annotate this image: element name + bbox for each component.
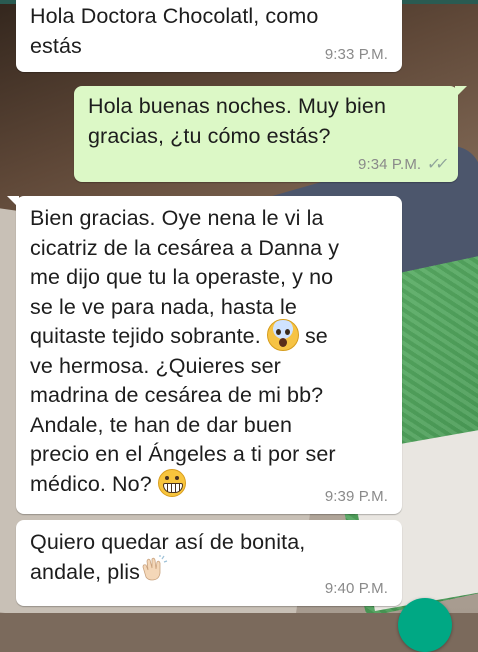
message-line: cicatriz de la cesárea a Danna y	[30, 235, 340, 260]
clapping-hands-emoji	[142, 554, 168, 581]
message-line: madrina de cesárea de mi bb?	[30, 383, 324, 407]
message-text: Bien gracias. Oye nena le vi la cicatriz…	[30, 204, 388, 499]
scroll-down-button[interactable]	[398, 598, 452, 652]
message-text: Quiero quedar así de bonita, andale, pli…	[30, 528, 388, 587]
message-line: quitaste tejido sobrante.	[30, 324, 261, 348]
message-line: médico. No?	[30, 471, 152, 496]
message-line: andale, plis	[30, 559, 140, 584]
grimacing-face-emoji	[157, 468, 186, 497]
message-incoming[interactable]: Quiero quedar así de bonita, andale, pli…	[16, 520, 402, 606]
double-check-icon: ✓✓	[426, 156, 446, 173]
message-outgoing[interactable]: Hola buenas noches. Muy bien gracias, ¿t…	[74, 86, 467, 182]
message-time: 9:34 P.M.	[358, 156, 422, 173]
bubble-tail	[7, 196, 19, 208]
message-line: gracias, ¿tu cómo estás?	[88, 123, 331, 148]
message-line: precio en el Ángeles a ti por ser	[30, 442, 336, 466]
message-line: me dijo que tu la operaste, y no	[30, 265, 334, 289]
message-line: Bien gracias. Oye nena le vi la	[30, 206, 324, 230]
message-meta: 9:40 P.M.	[325, 580, 388, 598]
message-line: Hola Doctora Chocolatl, como	[30, 4, 319, 28]
message-line: Quiero quedar así de bonita,	[30, 530, 306, 554]
message-time: 9:39 P.M.	[324, 488, 388, 505]
fearful-face-emoji	[266, 319, 299, 352]
message-line: Andale, te han de dar buen	[30, 412, 293, 437]
message-line: ve hermosa. ¿Quieres ser	[30, 353, 281, 378]
message-line: estás	[30, 33, 82, 58]
message-text: Hola buenas noches. Muy bien gracias, ¿t…	[88, 92, 444, 151]
message-line: se	[304, 324, 328, 348]
message-incoming[interactable]: Bien gracias. Oye nena le vi la cicatriz…	[7, 196, 402, 514]
message-incoming[interactable]: Hola Doctora Chocolatl, como estás 9:33 …	[16, 0, 402, 72]
message-time: 9:33 P.M.	[324, 46, 388, 63]
message-meta: 9:33 P.M.	[325, 46, 388, 64]
chat-messages[interactable]: Hola Doctora Chocolatl, como estás 9:33 …	[0, 0, 478, 613]
bubble-tail	[455, 86, 467, 98]
message-meta: 9:39 P.M.	[325, 488, 388, 506]
message-time: 9:40 P.M.	[324, 580, 388, 597]
message-line: se le ve para nada, hasta le	[30, 294, 297, 319]
message-line: Hola buenas noches. Muy bien	[88, 94, 387, 118]
message-meta: 9:34 P.M. ✓✓	[358, 156, 446, 174]
